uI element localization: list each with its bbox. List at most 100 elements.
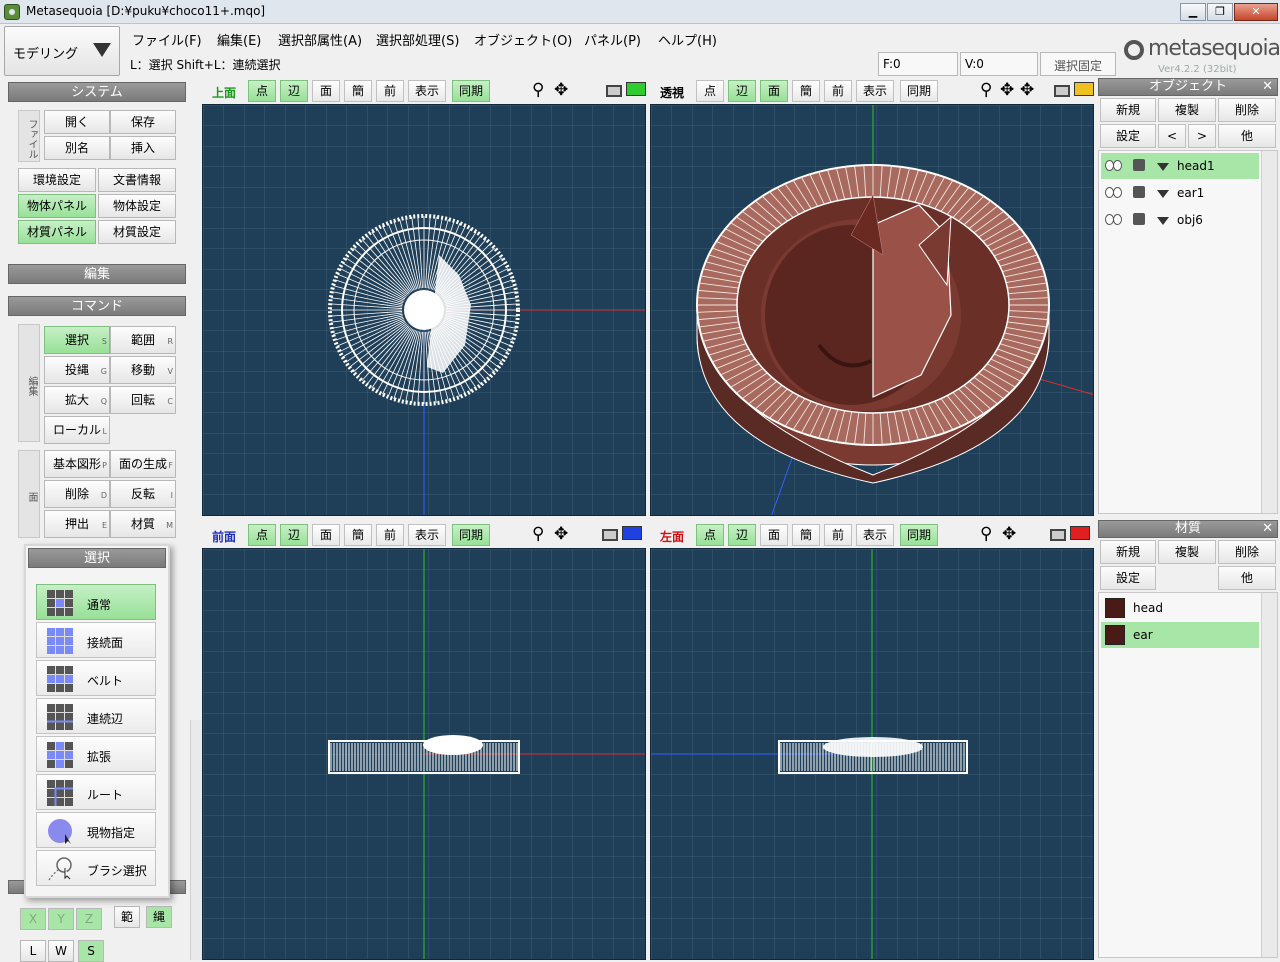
lock-icon[interactable]: [1133, 213, 1145, 225]
object-panel-toggle[interactable]: 物体パネル: [18, 194, 96, 218]
range-mode-toggle[interactable]: 範: [114, 906, 140, 928]
object-item-head1[interactable]: head1: [1101, 153, 1259, 179]
viewport-color-swatch[interactable]: [1074, 82, 1094, 96]
material-settings-button[interactable]: 材質設定: [98, 220, 176, 244]
sync-toggle[interactable]: 同期: [900, 524, 939, 546]
object-settings-button[interactable]: 設定: [1100, 124, 1156, 148]
coord-world-toggle[interactable]: W: [48, 940, 74, 962]
select-physical-button[interactable]: 現物指定: [36, 812, 156, 848]
vertex-toggle[interactable]: 点: [696, 524, 724, 546]
vertex-toggle[interactable]: 点: [248, 80, 276, 102]
viewport-perspective-canvas[interactable]: [651, 105, 1094, 516]
edge-toggle[interactable]: 辺: [728, 80, 756, 102]
front-toggle[interactable]: 前: [376, 524, 404, 546]
expand-triangle-icon[interactable]: [1157, 217, 1169, 225]
save-as-button[interactable]: 別名: [44, 136, 110, 160]
select-connected-button[interactable]: 接続面: [36, 622, 156, 658]
face-toggle[interactable]: 面: [312, 80, 340, 102]
mode-dropdown[interactable]: モデリング: [4, 26, 120, 76]
rotate-tool-button[interactable]: 回転 C: [110, 386, 176, 414]
save-button[interactable]: 保存: [110, 110, 176, 134]
viewport-color-swatch[interactable]: [626, 82, 646, 96]
edit-panel-header[interactable]: 編集: [8, 264, 186, 284]
viewport-color-swatch[interactable]: [1070, 526, 1090, 540]
monitor-icon[interactable]: [606, 85, 622, 97]
select-expand-button[interactable]: 拡張: [36, 736, 156, 772]
material-item-ear[interactable]: ear: [1101, 622, 1259, 648]
front-toggle[interactable]: 前: [824, 524, 852, 546]
object-duplicate-button[interactable]: 複製: [1158, 98, 1216, 122]
minimize-button[interactable]: ▁: [1180, 3, 1206, 21]
viewport-front[interactable]: [202, 548, 646, 960]
axis-x-toggle[interactable]: X: [20, 908, 46, 930]
material-list-scrollbar[interactable]: [1261, 593, 1277, 957]
material-new-button[interactable]: 新規: [1100, 540, 1156, 564]
zoom-icon[interactable]: ⚲: [532, 524, 544, 544]
select-belt-button[interactable]: ベルト: [36, 660, 156, 696]
material-panel-toggle[interactable]: 材質パネル: [18, 220, 96, 244]
pan-icon[interactable]: ✥: [554, 524, 568, 544]
extrude-tool-button[interactable]: 押出 E: [44, 510, 110, 538]
menu-selection-proc[interactable]: 選択部処理(S): [376, 30, 459, 49]
pan-icon[interactable]: ✥: [1002, 524, 1016, 544]
axis-z-toggle[interactable]: Z: [76, 908, 102, 930]
menu-selection-attr[interactable]: 選択部属性(A): [278, 30, 362, 49]
face-toggle[interactable]: 面: [760, 524, 788, 546]
object-item-obj6[interactable]: obj6: [1101, 207, 1259, 233]
material-tool-button[interactable]: 材質 M: [110, 510, 176, 538]
material-duplicate-button[interactable]: 複製: [1158, 540, 1216, 564]
lasso-tool-button[interactable]: 投縄 G: [44, 356, 110, 384]
scale-tool-button[interactable]: 拡大 Q: [44, 386, 110, 414]
command-panel-header[interactable]: コマンド: [8, 296, 186, 316]
object-prev-button[interactable]: <: [1158, 124, 1186, 148]
axis-y-toggle[interactable]: Y: [48, 908, 74, 930]
object-settings-button[interactable]: 物体設定: [98, 194, 176, 218]
material-other-button[interactable]: 他: [1218, 566, 1276, 590]
monitor-icon[interactable]: [1054, 85, 1070, 97]
edge-toggle[interactable]: 辺: [280, 524, 308, 546]
display-button[interactable]: 表示: [408, 80, 447, 102]
material-delete-button[interactable]: 削除: [1218, 540, 1276, 564]
invert-tool-button[interactable]: 反転 I: [110, 480, 176, 508]
object-other-button[interactable]: 他: [1218, 124, 1276, 148]
viewport-top-canvas[interactable]: [203, 105, 646, 516]
vertex-toggle[interactable]: 点: [696, 80, 724, 102]
selection-lock-button[interactable]: 選択固定: [1040, 52, 1116, 76]
env-settings-button[interactable]: 環境設定: [18, 168, 96, 192]
lock-icon[interactable]: [1133, 186, 1145, 198]
maximize-button[interactable]: ❐: [1207, 3, 1233, 21]
menu-edit[interactable]: 編集(E): [217, 30, 261, 49]
simple-toggle[interactable]: 簡: [344, 80, 372, 102]
menu-file[interactable]: ファイル(F): [132, 30, 202, 49]
front-toggle[interactable]: 前: [824, 80, 852, 102]
lock-icon[interactable]: [1133, 159, 1145, 171]
rope-mode-toggle[interactable]: 縄: [146, 906, 172, 928]
primitive-tool-button[interactable]: 基本図形 P: [44, 450, 110, 478]
object-new-button[interactable]: 新規: [1100, 98, 1156, 122]
select-route-button[interactable]: ルート: [36, 774, 156, 810]
simple-toggle[interactable]: 簡: [792, 80, 820, 102]
material-item-head[interactable]: head: [1101, 595, 1259, 621]
monitor-icon[interactable]: [602, 529, 618, 541]
expand-triangle-icon[interactable]: [1157, 190, 1169, 198]
app-icon[interactable]: [4, 4, 20, 20]
sync-toggle[interactable]: 同期: [452, 80, 491, 102]
front-toggle[interactable]: 前: [376, 80, 404, 102]
select-normal-button[interactable]: 通常: [36, 584, 156, 620]
viewport-left[interactable]: [650, 548, 1094, 960]
pan-icon[interactable]: ✥: [554, 80, 568, 100]
simple-toggle[interactable]: 簡: [792, 524, 820, 546]
menu-help[interactable]: ヘルプ(H): [658, 30, 717, 49]
monitor-icon[interactable]: [1050, 529, 1066, 541]
display-button[interactable]: 表示: [856, 80, 895, 102]
select-tool-button[interactable]: 選択 S: [44, 326, 110, 354]
pan-icon[interactable]: ✥: [1000, 80, 1014, 100]
select-brush-button[interactable]: ブラシ選択: [36, 850, 156, 886]
select-edge-loop-button[interactable]: 連続辺: [36, 698, 156, 734]
range-tool-button[interactable]: 範囲 R: [110, 326, 176, 354]
display-button[interactable]: 表示: [856, 524, 895, 546]
make-face-tool-button[interactable]: 面の生成 F: [110, 450, 176, 478]
insert-button[interactable]: 挿入: [110, 136, 176, 160]
object-next-button[interactable]: >: [1188, 124, 1216, 148]
zoom-icon[interactable]: ⚲: [980, 80, 992, 100]
